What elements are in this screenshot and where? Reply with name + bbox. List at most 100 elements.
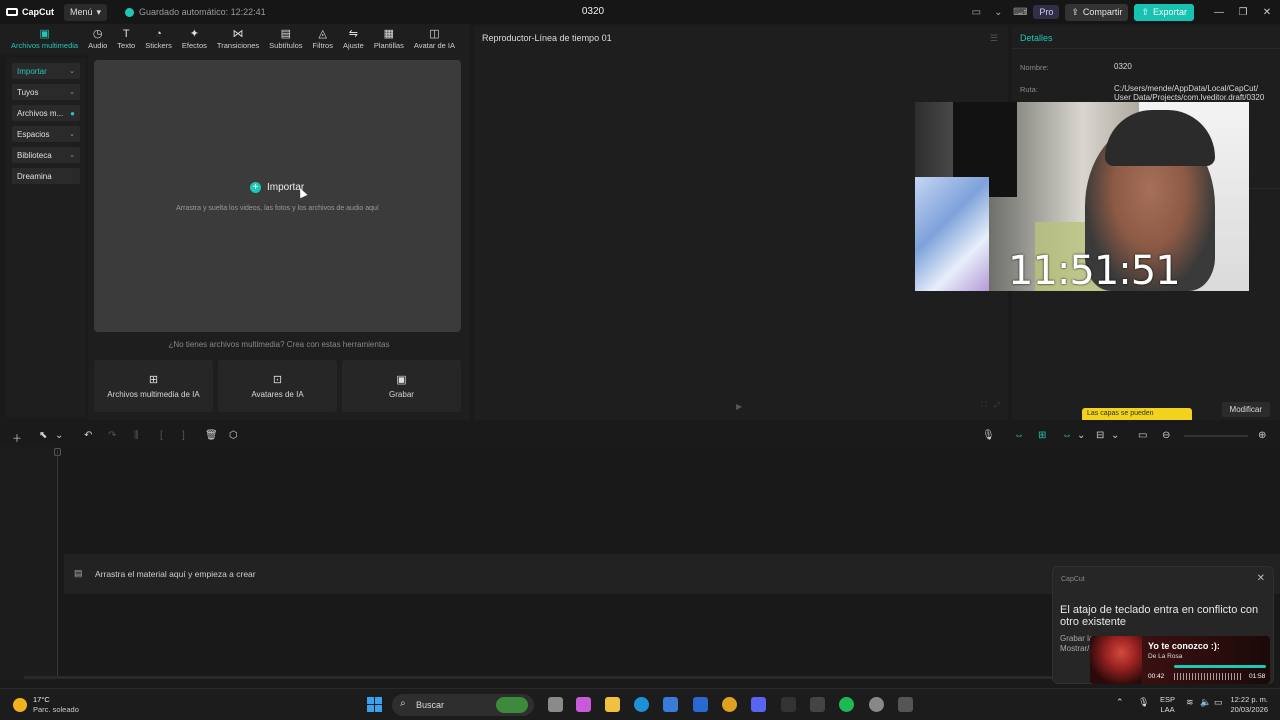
toggle-icon[interactable]: ●: [70, 109, 75, 118]
tab-templates[interactable]: ▦ Plantillas: [369, 28, 409, 54]
layout-dropdown-icon[interactable]: ⌄: [989, 5, 1007, 19]
tab-audio[interactable]: ◷ Audio: [83, 28, 112, 54]
battery-icon[interactable]: ▭: [1214, 697, 1223, 708]
system-clock[interactable]: 12:22 p. m. 20/03/2026: [1228, 695, 1268, 715]
task-view-icon[interactable]: [548, 697, 563, 712]
chrome-icon[interactable]: [722, 697, 737, 712]
outlook-icon[interactable]: [693, 697, 708, 712]
language-indicator[interactable]: ESP LAA: [1160, 695, 1175, 715]
tab-transitions[interactable]: ⋈ Transiciones: [212, 28, 264, 54]
discord-icon[interactable]: [751, 697, 766, 712]
redo-icon[interactable]: ↷: [108, 430, 116, 441]
windows-start-icon[interactable]: [367, 697, 382, 712]
marker-icon[interactable]: ⬡: [229, 430, 238, 441]
magnet-icon[interactable]: ⊞: [1038, 430, 1046, 441]
weather-temperature[interactable]: 17°C: [33, 695, 50, 704]
crop-icon[interactable]: ⛶: [981, 402, 986, 410]
path-value-line2: User Data/Projects/com.lveditor.draft/03…: [1114, 93, 1265, 102]
record-label: Grabar: [389, 390, 414, 399]
sidebar-item-biblioteca[interactable]: Biblioteca ⌄: [12, 147, 80, 163]
timeline-scrollbar[interactable]: [24, 676, 1064, 679]
project-title[interactable]: 0320: [578, 6, 608, 17]
sidebar-item-tuyos[interactable]: Tuyos ⌄: [12, 84, 80, 100]
preview-axis-icon[interactable]: ⊟: [1096, 430, 1104, 441]
tab-ai-avatar[interactable]: ◫ Avatar de IA: [409, 28, 460, 54]
linkage-icon[interactable]: ⇔: [1062, 430, 1072, 441]
file-explorer-icon[interactable]: [605, 697, 620, 712]
zoom-slider[interactable]: [1184, 435, 1248, 437]
autosave-status: Guardado automático: 12:22:41: [125, 7, 266, 17]
menu-icon[interactable]: ☰: [990, 33, 998, 44]
pro-button[interactable]: Pro: [1033, 5, 1060, 19]
modify-button[interactable]: Modificar: [1221, 402, 1270, 417]
select-tool-icon[interactable]: ⬉: [39, 430, 47, 441]
capcut-taskbar-icon[interactable]: [898, 697, 913, 712]
spotify-icon[interactable]: [839, 697, 854, 712]
edge-icon[interactable]: [634, 697, 649, 712]
store-icon[interactable]: [663, 697, 678, 712]
tab-adjust[interactable]: ⇋ Ajuste: [338, 28, 369, 54]
sidebar-item-importar[interactable]: Importar ⌄: [12, 63, 80, 79]
sidebar-item-archivos[interactable]: Archivos m... ●: [12, 105, 80, 121]
progress-bar[interactable]: [1174, 665, 1266, 668]
playhead[interactable]: [57, 450, 58, 676]
add-track-icon[interactable]: ＋: [12, 430, 22, 445]
record-button[interactable]: ▣ Grabar: [342, 360, 461, 412]
fullscreen-icon[interactable]: ⤢: [994, 402, 1000, 410]
import-dropzone[interactable]: + Importar Arrastra y suelta los videos,…: [94, 60, 461, 332]
volume-icon[interactable]: 🔈: [1200, 697, 1211, 708]
audio-icon: ◷: [92, 28, 103, 40]
sidebar-item-label: Dreamina: [17, 171, 52, 181]
menu-button[interactable]: Menú ▾: [64, 3, 108, 21]
share-button[interactable]: ⇪ Compartir: [1065, 3, 1129, 21]
search-highlight-icon: [496, 697, 528, 713]
play-icon[interactable]: ▶: [736, 402, 742, 411]
chevron-down-icon[interactable]: ⌄: [1111, 430, 1119, 441]
trim-left-icon[interactable]: [: [160, 430, 163, 441]
music-widget[interactable]: Yo te conozco :): De La Rosa 00:42 01:58: [1090, 636, 1270, 684]
sidebar-item-espacios[interactable]: Espacios ⌄: [12, 126, 80, 142]
waveform: [1174, 673, 1242, 680]
app-icon[interactable]: [781, 697, 796, 712]
layout-icon[interactable]: ▭: [967, 5, 985, 19]
close-icon[interactable]: ✕: [1257, 573, 1265, 584]
chevron-up-icon[interactable]: ⌃: [1116, 697, 1124, 708]
export-button[interactable]: ⇧ Exportar: [1134, 3, 1194, 21]
minimize-icon[interactable]: —: [1208, 7, 1230, 18]
ai-media-button[interactable]: ⊞ Archivos multimedia de IA: [94, 360, 213, 412]
ai-avatars-button[interactable]: ⊡ Avatares de IA: [218, 360, 337, 412]
caption-icon[interactable]: ▭: [1138, 430, 1147, 441]
app-icon[interactable]: [869, 697, 884, 712]
zoom-out-icon[interactable]: ⊖: [1162, 430, 1170, 441]
weather-description[interactable]: Parc. soleado: [33, 705, 79, 714]
tab-label: Stickers: [145, 41, 172, 50]
app-icon[interactable]: [810, 697, 825, 712]
media-icon: ▣: [39, 28, 50, 40]
taskbar-search[interactable]: ⌕ Buscar: [392, 694, 534, 716]
keyboard-icon[interactable]: ⌨: [1011, 5, 1029, 19]
maximize-icon[interactable]: ❐: [1232, 7, 1254, 18]
sidebar-item-label: Tuyos: [17, 87, 39, 97]
microphone-icon[interactable]: 🎙: [1138, 697, 1149, 708]
trim-right-icon[interactable]: ]: [182, 430, 185, 441]
delete-icon[interactable]: 🗑: [205, 430, 218, 441]
link-icon[interactable]: ⇔: [1014, 430, 1024, 441]
tab-effects[interactable]: ✦ Efectos: [177, 28, 212, 54]
tab-filters[interactable]: ◬ Filtros: [308, 28, 338, 54]
weather-sun-icon[interactable]: [13, 698, 27, 712]
zoom-in-icon[interactable]: ⊕: [1258, 430, 1266, 441]
copilot-icon[interactable]: [576, 697, 591, 712]
tab-sticker[interactable]: ◔ Stickers: [140, 28, 177, 54]
wifi-icon[interactable]: ≋: [1186, 697, 1194, 708]
chevron-down-icon[interactable]: ⌄: [55, 430, 63, 441]
sidebar-item-dreamina[interactable]: Dreamina: [12, 168, 80, 184]
microphone-icon[interactable]: 🎙: [982, 430, 995, 441]
tab-text[interactable]: T Texto: [112, 28, 140, 54]
tab-subtitles[interactable]: ▤ Subtítulos: [264, 28, 307, 54]
chevron-down-icon[interactable]: ⌄: [1077, 430, 1085, 441]
close-icon[interactable]: ✕: [1256, 7, 1278, 18]
undo-icon[interactable]: ↶: [84, 430, 92, 441]
tab-media[interactable]: ▣ Archivos multimedia: [6, 28, 83, 54]
split-icon[interactable]: ⫼: [134, 430, 139, 441]
export-icon: ⇧: [1141, 6, 1149, 17]
